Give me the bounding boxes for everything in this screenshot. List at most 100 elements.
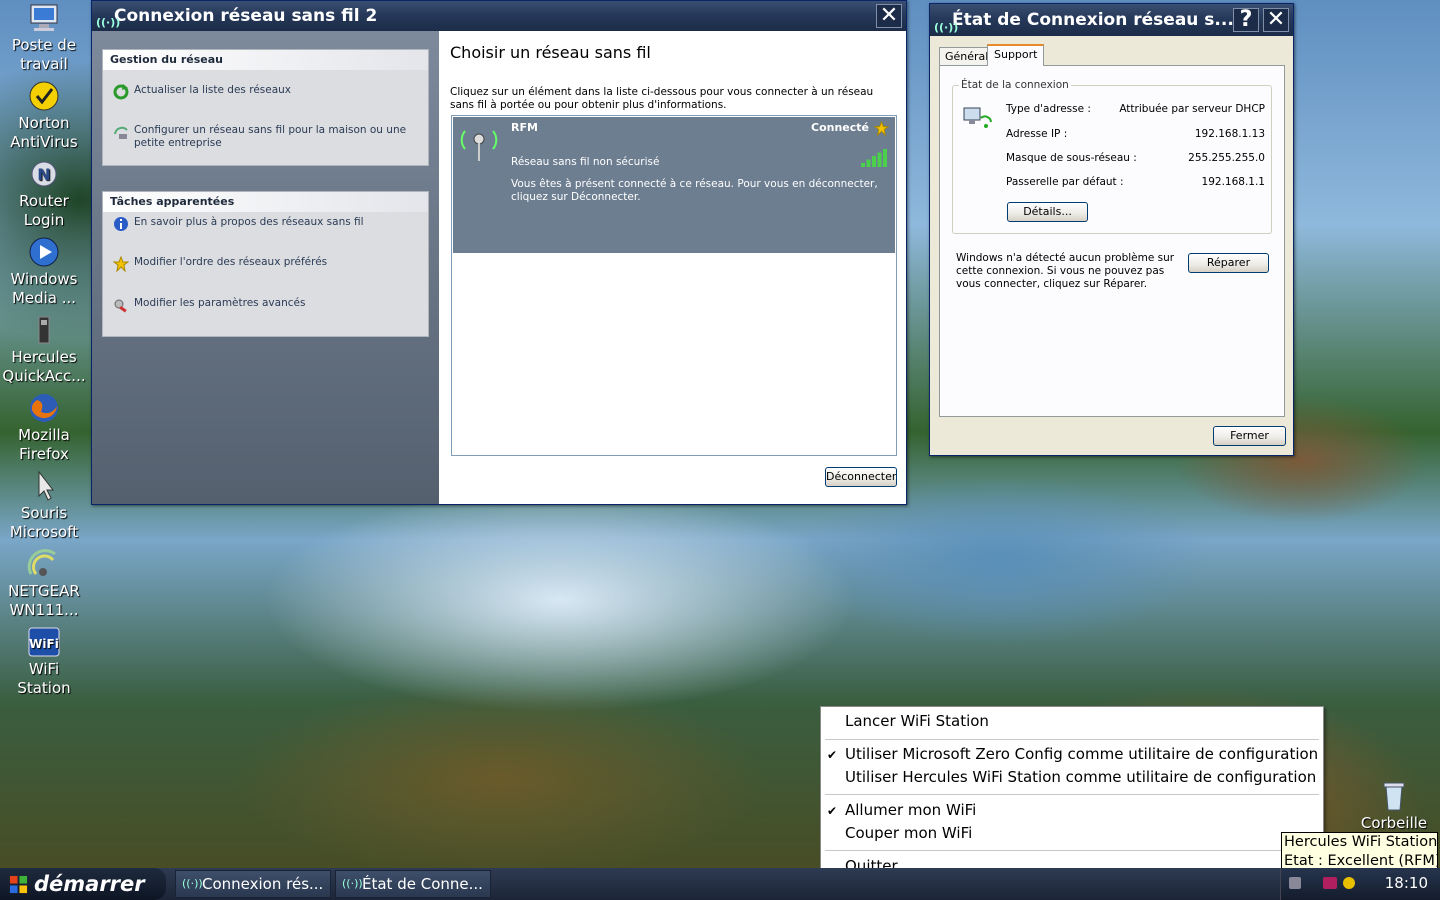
repair-button[interactable]: Réparer [1188, 253, 1269, 273]
help-button[interactable]: ? [1233, 8, 1259, 32]
desktop-icon-wifi-station[interactable]: WiFi WiFi Station [0, 626, 88, 698]
desktop-icon-hercules[interactable]: Hercules QuickAcc... [0, 314, 88, 386]
subnet-mask-label: Masque de sous-réseau : [1006, 152, 1137, 164]
wireless-setup-icon [114, 126, 128, 139]
learn-wireless-link[interactable]: En savoir plus à propos des réseaux sans… [113, 216, 413, 231]
desktop-icon-souris[interactable]: Souris Microsoft [0, 470, 88, 542]
setup-wireless-network-link[interactable]: Configurer un réseau sans fil pour la ma… [113, 124, 413, 150]
refresh-network-list-link[interactable]: Actualiser la liste des réseaux [113, 84, 413, 100]
settings-icon [114, 299, 127, 313]
desktop-icon-firefox[interactable]: Mozilla Firefox [0, 392, 88, 464]
close-button[interactable]: ✕ [1263, 8, 1289, 32]
firefox-icon [30, 394, 58, 422]
task-label: Modifier les paramètres avancés [134, 297, 306, 309]
related-tasks-panel: Tâches apparentées En savoir plus à prop… [102, 191, 429, 337]
refresh-icon [113, 84, 129, 100]
tooltip-line-1: Hercules WiFi Station [1284, 834, 1438, 850]
task-pane: Gestion du réseau Actualiser la liste de… [92, 31, 439, 504]
menu-item-wifi-off[interactable]: Couper mon WiFi [845, 824, 972, 842]
menu-separator [825, 850, 1319, 851]
svg-text:N: N [37, 165, 50, 184]
disconnect-button[interactable]: Déconnecter [825, 467, 897, 487]
desktop-icon-poste-de-travail[interactable]: Poste de travail [0, 2, 88, 74]
start-button[interactable]: démarrer [0, 868, 166, 900]
window-title: État de Connexion réseau s... [952, 10, 1234, 30]
menu-item-use-wifi-station[interactable]: Utiliser Hercules WiFi Station comme uti… [845, 768, 1316, 786]
network-tasks-panel: Gestion du réseau Actualiser la liste de… [102, 49, 429, 166]
desktop-icon-label: Windows Media ... [10, 270, 78, 307]
desktop-icon-label: Hercules QuickAcc... [2, 348, 86, 385]
system-tray: 18:10 [1280, 868, 1440, 900]
security-label: Réseau sans fil non sécurisé [511, 156, 660, 168]
desktop-icon-label: NETGEAR WN111... [8, 582, 80, 619]
wifi-tray-icon[interactable] [1323, 877, 1337, 889]
desktop-icon-corbeille[interactable]: Corbeille [1350, 780, 1438, 833]
netgear-icon [27, 549, 56, 576]
clock: 18:10 [1384, 874, 1428, 892]
desktop-icon-windows-media[interactable]: Windows Media ... [0, 236, 88, 308]
panel-header: Tâches apparentées [103, 192, 428, 212]
default-gateway-label: Passerelle par défaut : [1006, 176, 1124, 188]
desktop-icon-netgear[interactable]: NETGEAR WN111... [0, 548, 88, 620]
window-title: Connexion réseau sans fil 2 [114, 6, 378, 26]
taskbar-button-status[interactable]: ((·)) État de Conne... [335, 870, 491, 898]
menu-item-use-zero-config[interactable]: Utiliser Microsoft Zero Config comme uti… [845, 745, 1318, 763]
windows-logo-icon [9, 875, 28, 894]
router-icon: N [31, 161, 57, 187]
desktop-icon-label: Poste de travail [11, 36, 77, 73]
window-titlebar[interactable]: ((·)) État de Connexion réseau s... ? ✕ [930, 4, 1293, 36]
tab-panel: État de la connexion Type d'adresse : At… [939, 65, 1285, 417]
connection-status: Connecté [811, 121, 869, 134]
task-label: Modifier l'ordre des réseaux préférés [134, 256, 328, 268]
signal-bar [883, 149, 887, 167]
norton-icon [29, 81, 59, 111]
menu-item-wifi-on[interactable]: Allumer mon WiFi [845, 801, 976, 819]
group-title: État de la connexion [959, 79, 1071, 91]
details-button[interactable]: Détails... [1007, 202, 1088, 222]
advanced-settings-link[interactable]: Modifier les paramètres avancés [113, 297, 413, 313]
svg-text:WiFi: WiFi [29, 637, 59, 651]
wireless-icon: ((·)) [342, 877, 363, 890]
signal-strength-icon [861, 149, 887, 167]
check-icon: ✔ [827, 804, 838, 818]
connection-message: Vous êtes à présent connecté à ce réseau… [511, 178, 878, 203]
desktop-icon-label: Mozilla Firefox [18, 426, 70, 463]
connection-status-group: État de la connexion Type d'adresse : At… [952, 79, 1272, 234]
desktop-icon-router-login[interactable]: N Router Login [0, 158, 88, 230]
taskbar-button-wireless[interactable]: ((·)) Connexion rés... [175, 870, 331, 898]
subnet-mask-value: 255.255.255.0 [1188, 152, 1265, 164]
mouse-icon [38, 470, 55, 501]
tab-strip: Général Support [939, 44, 1279, 66]
taskbar-button-label: État de Conne... [362, 875, 483, 893]
task-label: Actualiser la liste des réseaux [134, 84, 292, 96]
desktop-icon-label: Souris Microsoft [9, 504, 79, 541]
change-network-order-link[interactable]: Modifier l'ordre des réseaux préférés [113, 256, 413, 272]
menu-item-launch[interactable]: Lancer WiFi Station [845, 712, 989, 730]
ip-address-label: Adresse IP : [1006, 128, 1068, 140]
signal-bar [877, 152, 882, 167]
wifi-station-icon: WiFi [28, 627, 60, 657]
tab-support[interactable]: Support [987, 44, 1045, 66]
check-icon: ✔ [827, 748, 838, 762]
network-name: RFM [511, 121, 538, 134]
desktop-icon-label: Router Login [19, 192, 69, 229]
network-list: RFM Connecté Réseau sans fil non sécuris… [451, 115, 897, 456]
ip-address-value: 192.168.1.13 [1194, 128, 1265, 140]
signal-bar [872, 156, 876, 167]
task-label: Configurer un réseau sans fil pour la ma… [134, 124, 407, 149]
main-pane: Choisir un réseau sans fil Cliquez sur u… [439, 31, 906, 504]
desktop-icon-norton[interactable]: Norton AntiVirus [0, 80, 88, 152]
info-icon [114, 217, 128, 231]
close-button[interactable]: ✕ [876, 4, 902, 28]
network-entry[interactable]: RFM Connecté Réseau sans fil non sécuris… [453, 117, 895, 253]
wireless-icon: ((·)) [182, 877, 203, 890]
star-icon [113, 256, 129, 272]
window-titlebar[interactable]: ((·)) Connexion réseau sans fil 2 ✕ [92, 1, 906, 31]
antivirus-tray-icon[interactable] [1343, 877, 1355, 889]
recycle-bin-icon [1383, 782, 1405, 811]
address-type-label: Type d'adresse : [1006, 103, 1091, 115]
media-player-icon [29, 237, 59, 267]
address-type-value: Attribuée par serveur DHCP [1119, 103, 1265, 115]
network-tray-icon[interactable] [1289, 877, 1301, 889]
close-dialog-button[interactable]: Fermer [1213, 426, 1286, 446]
